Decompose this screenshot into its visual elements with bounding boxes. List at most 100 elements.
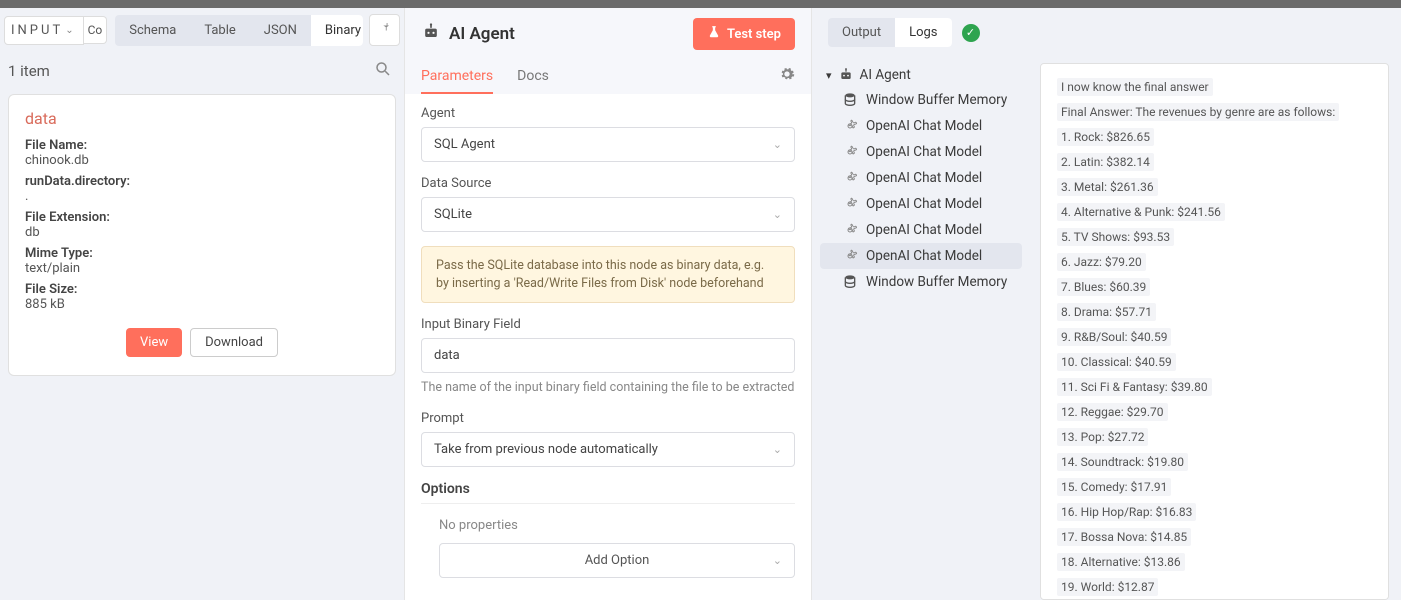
tree-item-label: OpenAI Chat Model [866,170,982,186]
center-header: AI Agent Test step Parameters Docs [405,8,811,94]
view-button[interactable]: View [126,328,182,357]
log-line: 9. R&B/Soul: $40.59 [1057,328,1171,346]
log-line: 3. Metal: $261.36 [1057,178,1158,196]
center-pane: AI Agent Test step Parameters Docs Ag [404,8,812,600]
success-badge: ✓ [962,24,980,42]
tree-item[interactable]: OpenAI Chat Model [820,191,1022,217]
log-line: 15. Comedy: $17.91 [1057,478,1171,496]
datasource-select[interactable]: SQLite ⌄ [421,197,795,232]
openai-icon [842,222,858,238]
database-icon [842,274,858,290]
mime-value: text/plain [25,261,379,276]
tree-root[interactable]: ▾ AI Agent [820,63,1022,87]
prompt-select[interactable]: Take from previous node automatically ⌄ [421,432,795,467]
node-title-text: AI Agent [449,24,515,44]
node-title: AI Agent [421,22,515,47]
log-output[interactable]: I now know the final answerFinal Answer:… [1040,63,1389,600]
log-line: 16. Hip Hop/Rap: $16.83 [1057,503,1196,521]
tree-item[interactable]: OpenAI Chat Model [820,243,1022,269]
openai-icon [842,144,858,160]
binary-card: data File Name: chinook.db runData.direc… [8,94,396,376]
tree-item[interactable]: OpenAI Chat Model [820,139,1022,165]
tree-item-label: OpenAI Chat Model [866,222,982,238]
tab-schema[interactable]: Schema [115,15,190,46]
chevron-down-icon: ⌄ [773,443,782,456]
flask-icon [707,25,721,43]
pin-button[interactable] [369,14,400,46]
tree-item[interactable]: Window Buffer Memory [820,87,1022,113]
log-line: 1. Rock: $826.65 [1057,128,1154,146]
openai-icon [842,170,858,186]
file-name-value: chinook.db [25,153,379,168]
tree-item[interactable]: OpenAI Chat Model [820,165,1022,191]
directory-label: runData.directory: [25,174,379,189]
tree-item[interactable]: OpenAI Chat Model [820,113,1022,139]
tree-item-label: OpenAI Chat Model [866,248,982,264]
log-line: 6. Jazz: $79.20 [1057,253,1146,271]
items-count: 1 item [8,62,50,80]
input-dropdown[interactable]: INPUT ⌄ [4,16,84,45]
file-ext-value: db [25,225,379,240]
tab-parameters[interactable]: Parameters [421,60,493,94]
robot-icon [838,67,854,83]
prompt-value: Take from previous node automatically [434,442,658,457]
pin-icon [378,21,392,39]
seg-output[interactable]: Output [828,18,895,47]
agent-select[interactable]: SQL Agent ⌄ [421,127,795,162]
search-icon[interactable] [374,60,392,82]
chevron-down-icon: ▾ [826,69,832,82]
log-line: 12. Reggae: $29.70 [1057,403,1168,421]
agent-label: Agent [421,106,795,121]
check-icon: ✓ [966,26,975,39]
sqlite-notice: Pass the SQLite database into this node … [421,246,795,303]
mime-label: Mime Type: [25,246,379,261]
log-line: I now know the final answer [1057,78,1213,96]
file-name-label: File Name: [25,138,379,153]
add-option-button[interactable]: Add Option ⌄ [439,543,795,578]
left-pane: INPUT ⌄ Co Schema Table JSON Binary 1 it… [0,8,404,600]
gear-icon[interactable] [779,66,795,86]
tab-json[interactable]: JSON [250,15,311,46]
tree-item-label: OpenAI Chat Model [866,118,982,134]
chevron-down-icon: ⌄ [773,554,782,567]
size-value: 885 kB [25,297,379,312]
test-step-button[interactable]: Test step [693,18,795,50]
tab-binary[interactable]: Binary [311,15,363,46]
chevron-down-icon: ⌄ [65,25,76,36]
chevron-down-icon: ⌄ [773,208,782,221]
download-button[interactable]: Download [190,328,278,357]
tree-item-label: OpenAI Chat Model [866,196,982,212]
log-line: 4. Alternative & Punk: $241.56 [1057,203,1225,221]
directory-value: . [25,189,379,204]
no-properties: No properties [421,504,795,543]
log-line: 10. Classical: $40.59 [1057,353,1176,371]
prompt-label: Prompt [421,411,795,426]
test-step-label: Test step [727,27,781,42]
binary-field-label: Input Binary Field [421,317,795,332]
add-option-label: Add Option [585,553,650,568]
robot-icon [421,22,441,47]
options-heading: Options [421,481,795,504]
tree-item-label: Window Buffer Memory [866,92,1007,108]
file-ext-label: File Extension: [25,210,379,225]
tab-table[interactable]: Table [190,15,249,46]
log-line: 2. Latin: $382.14 [1057,153,1154,171]
tree-item-label: Window Buffer Memory [866,274,1007,290]
agent-value: SQL Agent [434,137,495,152]
openai-icon [842,118,858,134]
log-line: 11. Sci Fi & Fantasy: $39.80 [1057,378,1212,396]
log-line: 8. Drama: $57.71 [1057,303,1156,321]
binary-field-input[interactable]: data [421,338,795,373]
log-line: 7. Blues: $60.39 [1057,278,1150,296]
seg-logs[interactable]: Logs [895,18,951,47]
tree-item[interactable]: OpenAI Chat Model [820,217,1022,243]
openai-icon [842,196,858,212]
tree-item[interactable]: Window Buffer Memory [820,269,1022,295]
output-logs-segment: Output Logs [828,18,952,47]
log-tree: ▾ AI Agent Window Buffer Memory OpenAI Ch… [812,57,1022,600]
tab-docs[interactable]: Docs [517,60,549,94]
connection-label[interactable]: Co [84,16,108,44]
log-line: 18. Alternative: $13.86 [1057,553,1185,571]
right-pane: Output Logs ✓ ▾ AI Agent Window Buffer M… [812,8,1401,600]
database-icon [842,92,858,108]
